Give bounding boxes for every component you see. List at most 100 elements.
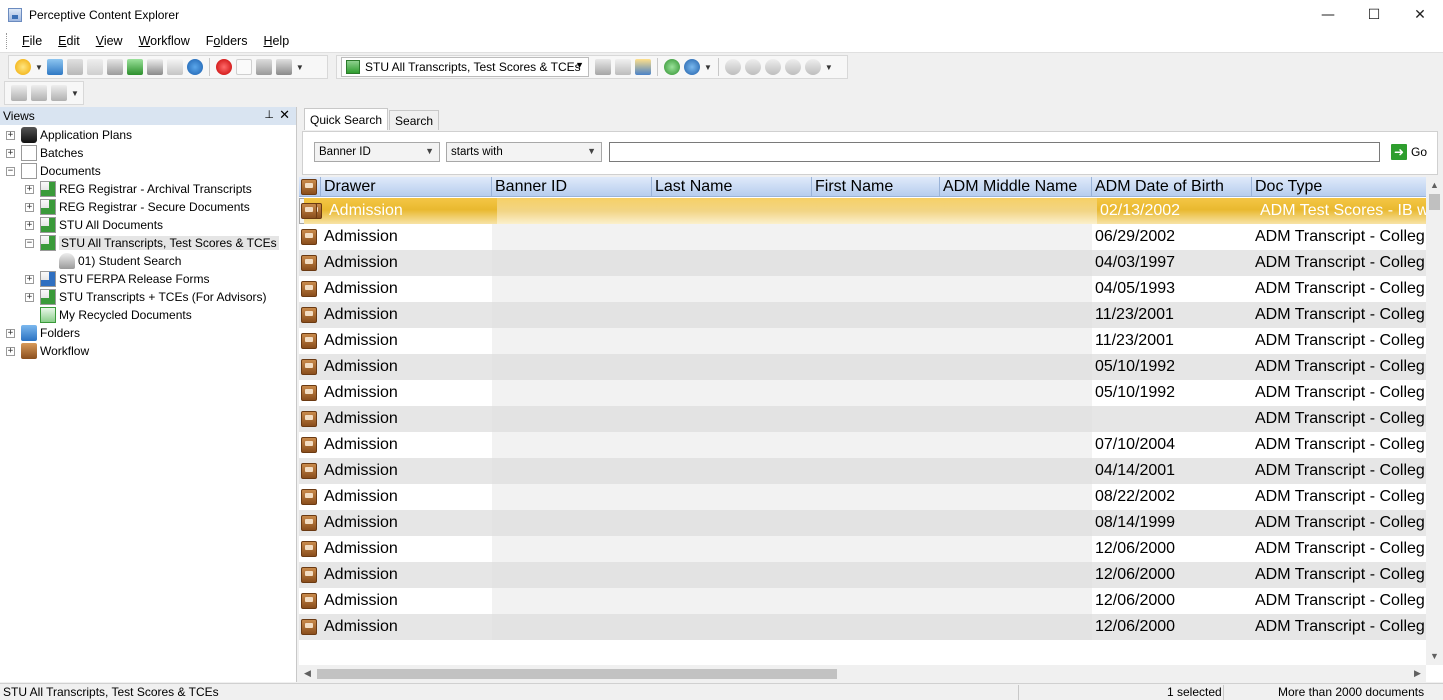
expand-icon[interactable]: +	[25, 184, 34, 194]
capture-dropdown-arrow[interactable]: ▼	[71, 89, 79, 98]
go-button[interactable]: ➜ Go	[1391, 142, 1437, 162]
column-header-date-of-birth[interactable]: ADM Date of Birth	[1092, 177, 1252, 197]
user-icon[interactable]	[724, 59, 741, 75]
expand-icon[interactable]: +	[6, 148, 15, 158]
tree-item[interactable]: + STU Transcripts + TCEs (For Advisors)	[0, 288, 296, 306]
table-row[interactable]: Admission 11/23/2001 ADM Transcript - Coll…	[299, 302, 1426, 328]
column-header-first-name[interactable]: First Name	[812, 177, 940, 197]
user-group-icon[interactable]	[804, 59, 821, 75]
user-add-icon[interactable]	[744, 59, 761, 75]
maximize-button[interactable]: ☐	[1351, 0, 1397, 30]
pin-icon[interactable]: ⊥	[264, 108, 274, 121]
tree-item[interactable]: + Batches	[0, 144, 296, 162]
expand-icon[interactable]: +	[25, 220, 34, 230]
table-row[interactable]: Admission 04/03/1997 ADM Transcript - Coll…	[299, 250, 1426, 276]
tree-item[interactable]: + Folders	[0, 324, 296, 342]
view-selector[interactable]: STU All Transcripts, Test Scores & TCEs …	[341, 57, 589, 77]
delete-dropdown-arrow[interactable]: ▼	[296, 63, 304, 72]
table-row[interactable]: Admission 05/10/1992 ADM Transcript - Coll…	[299, 354, 1426, 380]
table-row[interactable]: Admission 12/06/2000 ADM Transcript - Coll…	[299, 588, 1426, 614]
table-row[interactable]: Admission 06/29/2002 ADM Transcript - Coll…	[299, 224, 1426, 250]
scroll-down-icon[interactable]: ▼	[1426, 648, 1443, 665]
refresh-icon[interactable]	[664, 59, 680, 75]
user-remove-icon[interactable]	[764, 59, 781, 75]
close-panel-icon[interactable]: ✕	[279, 107, 290, 123]
search-operator-select[interactable]: starts with ▼	[446, 142, 602, 162]
collapse-icon[interactable]: −	[25, 238, 34, 248]
search-input[interactable]	[609, 142, 1380, 162]
search-dropdown-arrow[interactable]: ▼	[704, 63, 712, 72]
stop-icon[interactable]	[215, 59, 232, 75]
vertical-scroll-thumb[interactable]	[1429, 194, 1440, 210]
menu-view[interactable]: View	[88, 34, 131, 48]
capture-icon[interactable]	[11, 85, 27, 101]
expand-icon[interactable]: +	[6, 346, 15, 356]
tab-quick-search[interactable]: Quick Search	[304, 108, 389, 130]
menu-workflow[interactable]: Workflow	[131, 34, 198, 48]
copy-icon[interactable]	[166, 59, 183, 75]
capture-batch-icon[interactable]	[31, 85, 47, 101]
table-row[interactable]: Admission 12/06/2000 ADM Transcript - Coll…	[299, 536, 1426, 562]
table-row[interactable]: Admission 07/10/2004 ADM Transcript - Coll…	[299, 432, 1426, 458]
table-row[interactable]: Admission 05/10/1992 ADM Transcript - Coll…	[299, 380, 1426, 406]
vertical-scrollbar[interactable]: ▲ ▼	[1426, 177, 1443, 665]
column-header-drawer[interactable]: Drawer	[321, 177, 492, 197]
tree-item[interactable]: − STU All Transcripts, Test Scores & TCEs	[0, 234, 296, 252]
column-header-doc-type[interactable]: Doc Type	[1252, 177, 1426, 197]
new-dropdown-arrow[interactable]: ▼	[35, 63, 43, 72]
info-icon[interactable]	[186, 59, 203, 75]
column-header-banner-id[interactable]: Banner ID	[492, 177, 652, 197]
search-icon[interactable]	[684, 59, 700, 75]
clear-filter-icon[interactable]	[615, 59, 631, 75]
expand-icon[interactable]: +	[25, 202, 34, 212]
close-button[interactable]: ✕	[1397, 0, 1443, 30]
horizontal-scroll-thumb[interactable]	[317, 669, 837, 679]
expand-icon[interactable]: +	[25, 274, 34, 284]
print-icon[interactable]	[146, 59, 163, 75]
table-row[interactable]: Admission 02/13/2002 ADM Test Scores - IB …	[299, 198, 1432, 224]
menu-file[interactable]: File	[14, 34, 50, 48]
tab-search[interactable]: Search	[389, 110, 440, 130]
tree-item[interactable]: + Application Plans	[0, 126, 296, 144]
stamp-icon[interactable]	[86, 59, 103, 75]
filter-icon[interactable]	[595, 59, 611, 75]
tree-item[interactable]: + REG Registrar - Secure Documents	[0, 198, 296, 216]
capture-options-icon[interactable]	[51, 85, 67, 101]
export-icon[interactable]	[126, 59, 143, 75]
tree-item[interactable]: + STU All Documents	[0, 216, 296, 234]
delete-icon[interactable]	[275, 59, 292, 75]
table-row[interactable]: Admission 08/14/1999 ADM Transcript - Coll…	[299, 510, 1426, 536]
expand-icon[interactable]: +	[6, 130, 15, 140]
table-row[interactable]: Admission 04/14/2001 ADM Transcript - Coll…	[299, 458, 1426, 484]
menu-edit[interactable]: Edit	[50, 34, 88, 48]
scroll-left-icon[interactable]: ◀	[299, 665, 316, 682]
table-row[interactable]: Admission 12/06/2000 ADM Transcript - Coll…	[299, 562, 1426, 588]
scroll-up-icon[interactable]: ▲	[1426, 177, 1443, 194]
table-row[interactable]: Admission ADM Transcript - College	[299, 406, 1426, 432]
column-header-middle-name[interactable]: ADM Middle Name	[940, 177, 1092, 197]
tree-item[interactable]: + Workflow	[0, 342, 296, 360]
scanner-icon[interactable]	[106, 59, 123, 75]
expand-icon[interactable]: +	[6, 328, 15, 338]
columns-icon[interactable]	[635, 59, 651, 75]
menu-help[interactable]: Help	[255, 34, 297, 48]
tree-item[interactable]: + STU FERPA Release Forms	[0, 270, 296, 288]
new-icon[interactable]	[15, 59, 31, 75]
table-row[interactable]: Admission 11/23/2001 ADM Transcript - Coll…	[299, 328, 1426, 354]
table-row[interactable]: Admission 12/06/2000 ADM Transcript - Coll…	[299, 614, 1426, 640]
expand-icon[interactable]: +	[25, 292, 34, 302]
open-folder-icon[interactable]	[46, 59, 63, 75]
inbox-icon[interactable]	[255, 59, 272, 75]
minimize-button[interactable]: —	[1305, 0, 1351, 30]
user-dropdown-arrow[interactable]: ▼	[825, 63, 833, 72]
search-field-select[interactable]: Banner ID ▼	[314, 142, 440, 162]
table-row[interactable]: Admission 04/05/1993 ADM Transcript - Coll…	[299, 276, 1426, 302]
tree-item[interactable]: 01) Student Search	[0, 252, 296, 270]
tree-item[interactable]: My Recycled Documents	[0, 306, 296, 324]
horizontal-scrollbar[interactable]: ◀ ▶	[299, 665, 1426, 682]
scroll-right-icon[interactable]: ▶	[1409, 665, 1426, 682]
edit-icon[interactable]	[66, 59, 83, 75]
tree-item[interactable]: − Documents	[0, 162, 296, 180]
blank-page-icon[interactable]	[235, 59, 252, 75]
column-header-last-name[interactable]: Last Name	[652, 177, 812, 197]
